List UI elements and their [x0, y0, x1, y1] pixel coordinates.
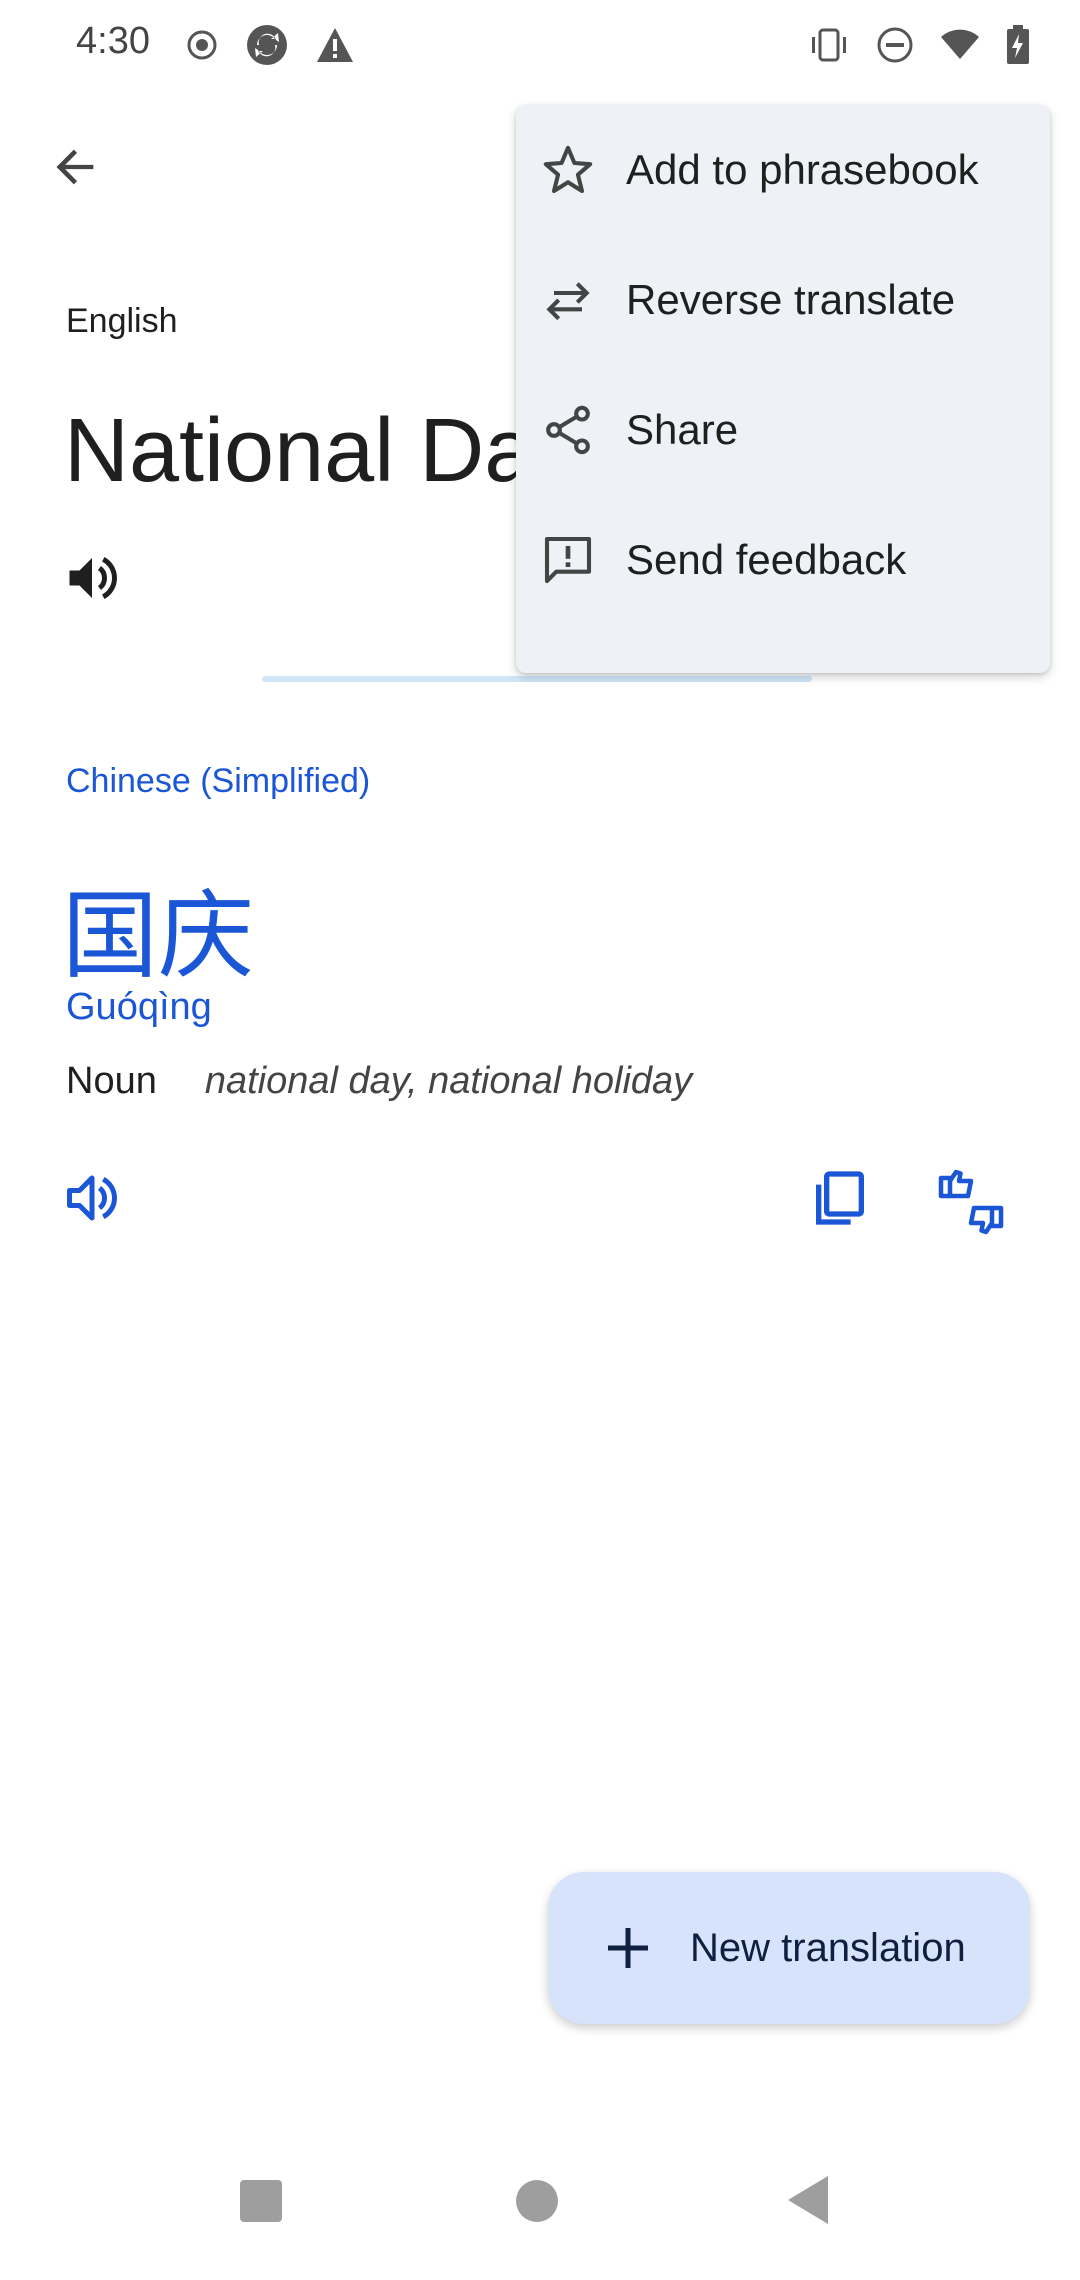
source-speaker-button[interactable] [62, 548, 132, 618]
vibrate-icon [808, 27, 850, 63]
definition-row: Noun national day, national holiday [66, 1060, 692, 1103]
target-text[interactable]: 国庆 [62, 858, 254, 997]
warning-icon [315, 26, 355, 64]
arrow-back-icon [56, 149, 94, 185]
menu-item-label: Send feedback [626, 536, 907, 583]
target-language-label: Chinese (Simplified) [66, 762, 371, 800]
wifi-icon [940, 29, 980, 61]
menu-item-share[interactable]: Share [516, 365, 1050, 495]
source-text[interactable]: National Day [64, 400, 524, 503]
copy-icon [816, 1171, 864, 1225]
status-time: 4:30 [76, 20, 150, 62]
home-button[interactable] [516, 2180, 558, 2222]
menu-item-label: Reverse translate [626, 276, 956, 323]
overflow-menu: Add to phrasebook Reverse translate Shar… [516, 105, 1050, 673]
recents-button[interactable] [240, 2180, 282, 2222]
feedback-icon [538, 530, 598, 590]
part-of-speech: Noun [66, 1060, 157, 1102]
menu-item-reverse-translate[interactable]: Reverse translate [516, 235, 1050, 365]
thumbs-up-down-icon [938, 1169, 1004, 1235]
status-right-icons [808, 22, 1030, 68]
swap-icon [538, 270, 598, 330]
meaning: national day, national holiday [204, 1060, 693, 1102]
plus-icon [598, 1918, 658, 1978]
back-button[interactable] [44, 135, 108, 199]
status-bar: 4:30 [0, 0, 1080, 90]
speaker-icon [67, 1175, 117, 1221]
speaker-icon [69, 557, 117, 599]
menu-item-label: Share [626, 406, 739, 453]
star-icon [538, 140, 598, 200]
romanization: Guóqìng [66, 986, 212, 1028]
sync-icon [245, 23, 289, 67]
menu-item-label: Add to phrasebook [626, 146, 979, 193]
battery-charging-icon [1006, 25, 1030, 65]
menu-item-add-to-phrasebook[interactable]: Add to phrasebook [516, 105, 1050, 235]
record-icon [185, 28, 219, 62]
progress-line [262, 676, 812, 682]
copy-button[interactable] [808, 1166, 884, 1242]
rate-translation-button[interactable] [935, 1166, 1015, 1246]
new-translation-button[interactable]: New translation [548, 1872, 1030, 2024]
share-icon [538, 400, 598, 460]
do-not-disturb-icon [876, 26, 914, 64]
source-language-label: English [66, 302, 178, 340]
nav-back-button[interactable] [788, 2176, 828, 2224]
new-translation-label: New translation [690, 1925, 966, 1970]
status-left-icons [185, 22, 355, 68]
menu-item-send-feedback[interactable]: Send feedback [516, 495, 1050, 625]
target-speaker-button[interactable] [62, 1168, 132, 1238]
